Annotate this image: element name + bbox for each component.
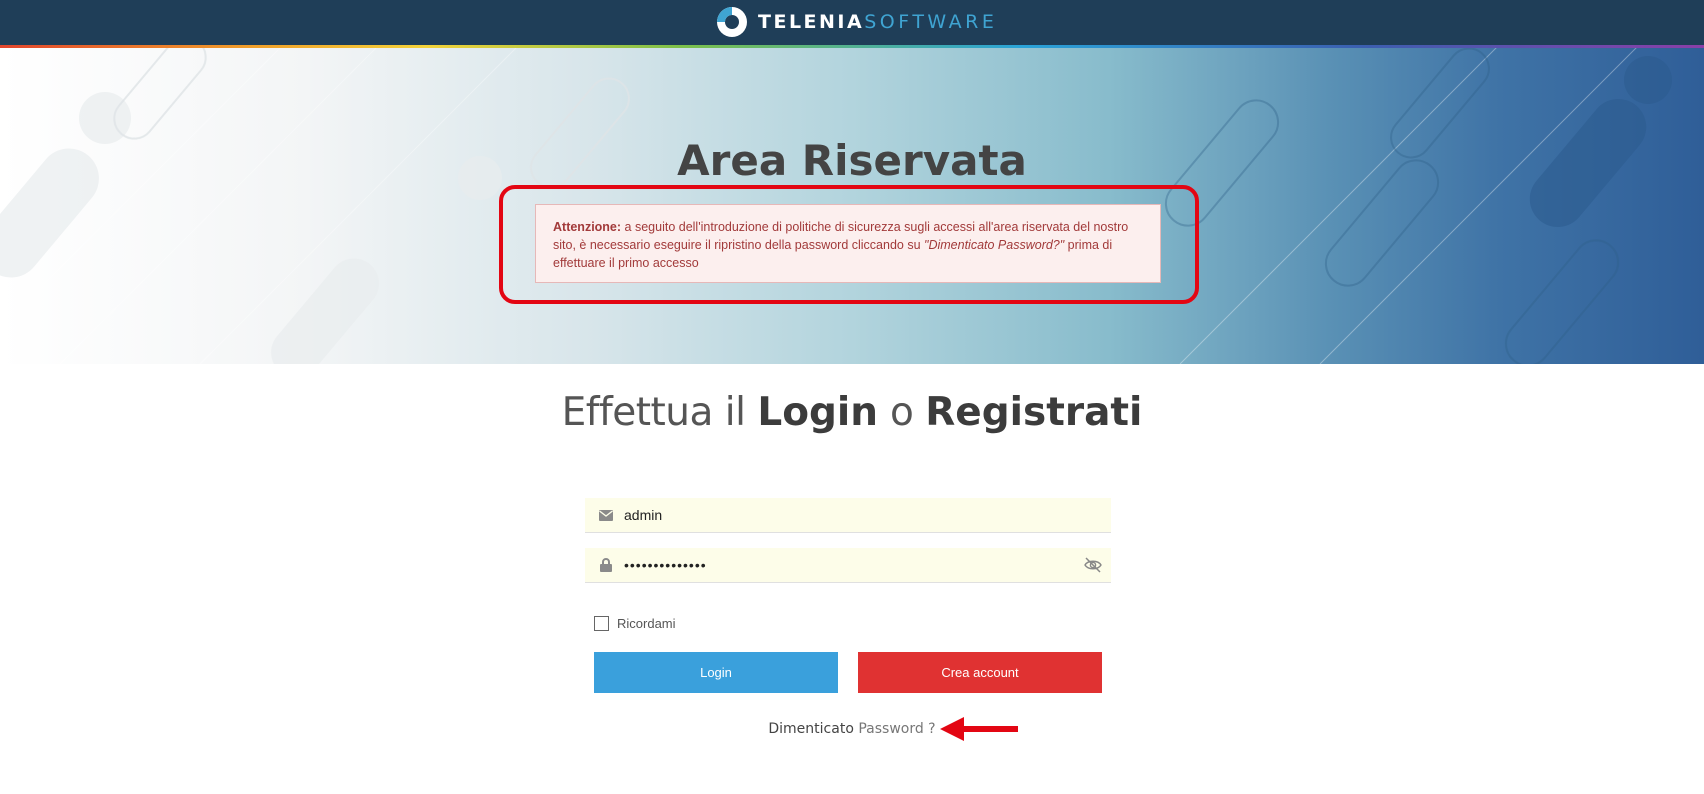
alert-link-text: "Dimenticato Password?" — [924, 238, 1065, 252]
envelope-icon — [598, 507, 614, 523]
forgot-text-1: Dimenticato — [768, 721, 854, 737]
login-heading: Effettua il Login o Registrati — [0, 390, 1704, 435]
login-button[interactable]: Login — [594, 652, 838, 693]
brand-name-bold: TELENIA — [758, 11, 865, 33]
top-bar: TELENIA SOFTWARE — [0, 0, 1704, 46]
forgot-text-2: Password ? — [853, 721, 936, 737]
heading-login: Login — [757, 390, 879, 435]
remember-checkbox[interactable] — [594, 616, 609, 631]
arrow-left-icon — [940, 717, 1018, 741]
heading-register: Registrati — [925, 390, 1143, 435]
remember-me[interactable]: Ricordami — [594, 616, 676, 631]
email-input[interactable] — [624, 500, 1064, 530]
password-input[interactable] — [624, 550, 1064, 580]
forgot-password-link[interactable]: Dimenticato Password ? — [0, 721, 1704, 737]
remember-label: Ricordami — [617, 616, 676, 631]
email-field[interactable] — [585, 498, 1111, 533]
alert-label: Attenzione: — [553, 220, 622, 234]
create-account-button[interactable]: Crea account — [858, 652, 1102, 693]
brand-logo[interactable]: TELENIA SOFTWARE — [716, 6, 997, 38]
logo-mark-icon — [717, 7, 747, 37]
password-field[interactable] — [585, 548, 1111, 583]
page-title: Area Riservata — [677, 136, 1027, 185]
heading-text-2: o — [878, 390, 926, 435]
brand-name-light: SOFTWARE — [864, 11, 998, 33]
heading-text-1: Effettua il — [561, 390, 758, 435]
lock-icon — [598, 557, 614, 573]
security-alert: Attenzione: a seguito dell'introduzione … — [535, 204, 1161, 283]
alert-message: Attenzione: a seguito dell'introduzione … — [553, 218, 1143, 272]
eye-slash-icon[interactable] — [1084, 557, 1102, 573]
